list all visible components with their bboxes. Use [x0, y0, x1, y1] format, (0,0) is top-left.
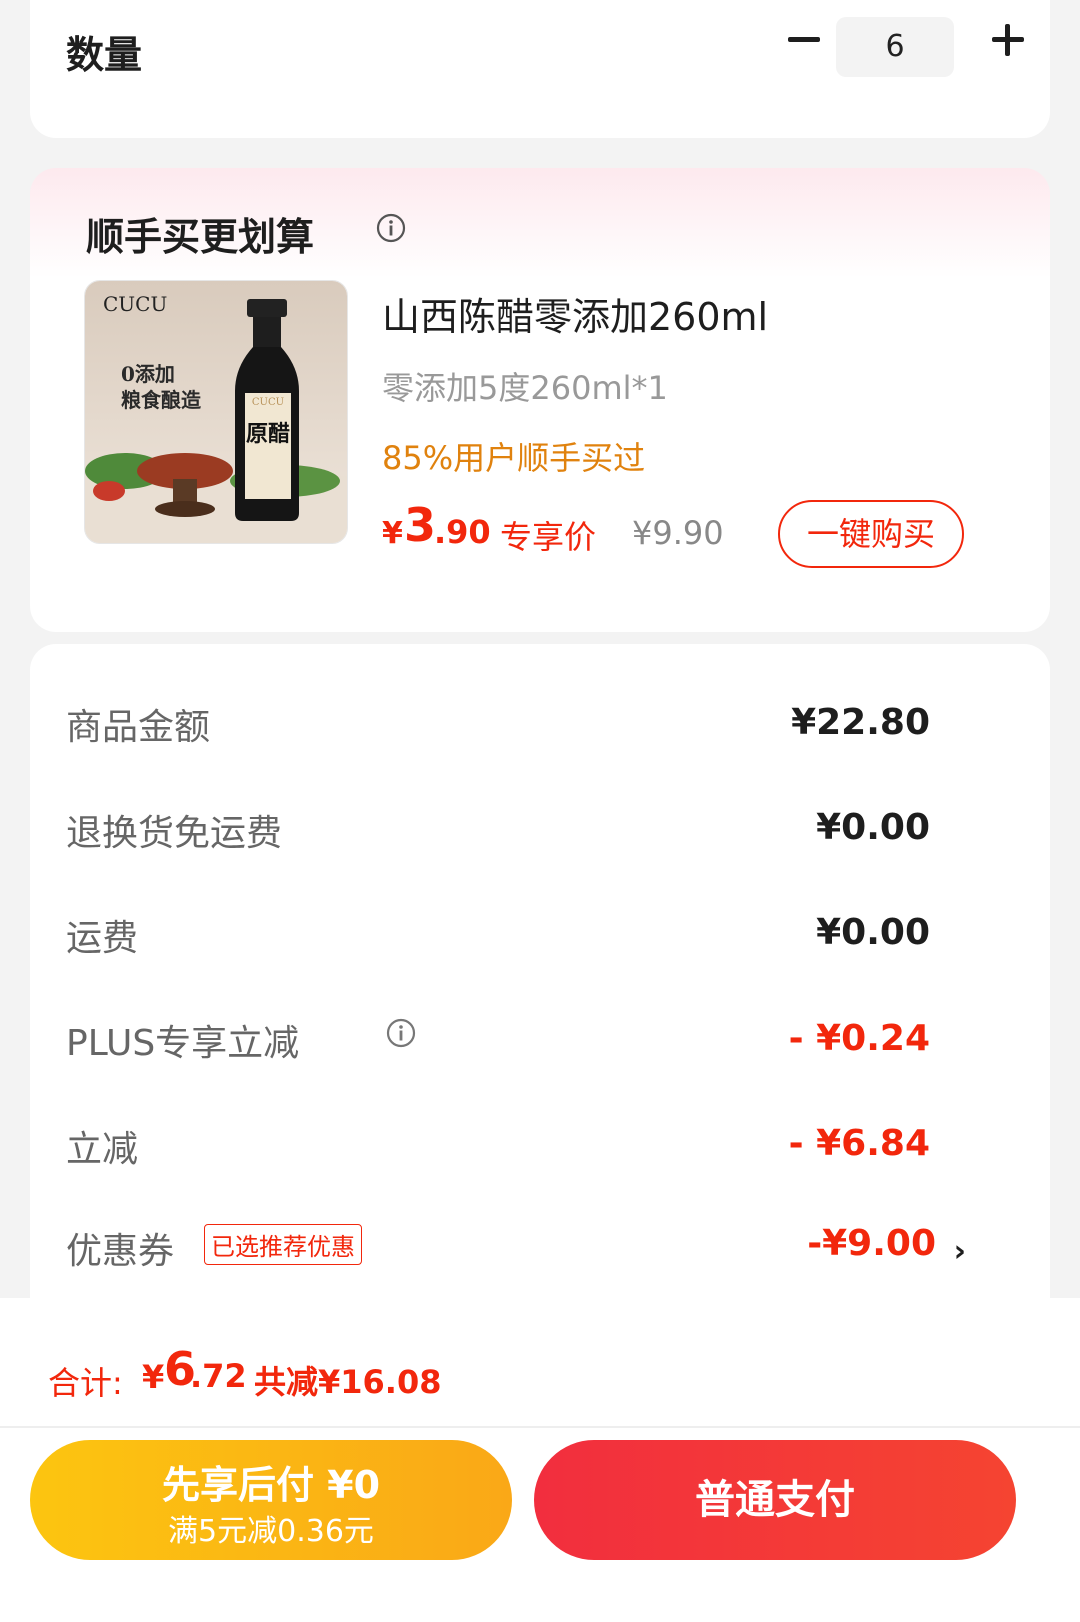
product-spec: 零添加5度260ml*1	[382, 369, 668, 407]
total-decimal: .72	[190, 1357, 247, 1395]
image-brand-logo: CUCU	[103, 292, 167, 316]
total-symbol: ¥	[142, 1358, 165, 1396]
total-saved: 共减¥16.08	[254, 1363, 442, 1401]
social-proof-text: 85%用户顺手买过	[382, 439, 646, 477]
checkout-bar: 合计: ¥ 6 .72 共减¥16.08 先享后付 ¥0 满5元减0.36元 普…	[0, 1298, 1080, 1622]
row-value-shipping: ¥0.00	[816, 912, 930, 953]
image-text-1: 0添加	[121, 362, 175, 386]
row-label-shipping: 运费	[66, 918, 139, 959]
row-value-instant-discount: - ¥6.84	[788, 1123, 930, 1164]
row-label-coupon[interactable]: 优惠券	[66, 1222, 174, 1274]
decrease-quantity-button[interactable]	[780, 14, 830, 64]
image-text-2: 粮食酿造	[121, 388, 202, 412]
row-value-plus-discount: - ¥0.24	[788, 1018, 930, 1059]
pay-later-button[interactable]: 先享后付 ¥0 满5元减0.36元	[30, 1440, 512, 1560]
info-icon[interactable]	[376, 213, 406, 243]
row-label-subtotal: 商品金额	[66, 707, 211, 748]
addon-recommendation-card: 顺手买更划算 CUCU 原醋 CUCU 0添加 粮食酿造 山西陈醋零添加260m…	[30, 168, 1050, 632]
price-tag: 专享价	[500, 518, 597, 556]
bottle-label: 原醋	[246, 421, 290, 447]
price-symbol: ¥	[382, 516, 403, 551]
one-click-buy-button[interactable]: 一键购买	[778, 500, 964, 568]
quantity-label: 数量	[66, 33, 143, 77]
bottle-brand: CUCU	[252, 397, 284, 408]
row-value-coupon[interactable]: -¥9.00	[807, 1223, 936, 1264]
row-value-return-shipping: ¥0.00	[816, 807, 930, 848]
row-value-subtotal: ¥22.80	[791, 702, 930, 743]
chevron-right-icon[interactable]: ›	[954, 1234, 966, 1269]
row-label-plus-discount: PLUS专享立减	[66, 1023, 300, 1064]
quantity-value[interactable]: 6	[836, 17, 954, 77]
pay-later-promo: 满5元减0.36元	[168, 1514, 374, 1549]
price-integer: 3	[404, 498, 437, 552]
product-image[interactable]: CUCU 原醋 CUCU 0添加 粮食酿造	[84, 280, 348, 544]
info-icon[interactable]	[386, 1018, 416, 1048]
addon-title: 顺手买更划算	[86, 215, 315, 259]
row-label-return-shipping: 退换货免运费	[66, 813, 283, 854]
price-decimal: .90	[434, 513, 491, 551]
original-price: ¥9.90	[632, 514, 724, 552]
total-label: 合计:	[48, 1364, 123, 1402]
product-name[interactable]: 山西陈醋零添加260ml	[382, 286, 768, 341]
coupon-badge: 已选推荐优惠	[204, 1224, 362, 1265]
row-label-instant-discount: 立减	[66, 1129, 139, 1170]
divider	[0, 1426, 1080, 1428]
increase-quantity-button[interactable]	[984, 14, 1034, 64]
quantity-card: 数量 6	[30, 0, 1050, 138]
pay-later-label: 先享后付 ¥0	[161, 1463, 381, 1507]
regular-pay-button[interactable]: 普通支付	[534, 1440, 1016, 1560]
order-summary-card: 商品金额 ¥22.80 退换货免运费 ¥0.00 运费 ¥0.00 PLUS专享…	[30, 644, 1050, 1344]
